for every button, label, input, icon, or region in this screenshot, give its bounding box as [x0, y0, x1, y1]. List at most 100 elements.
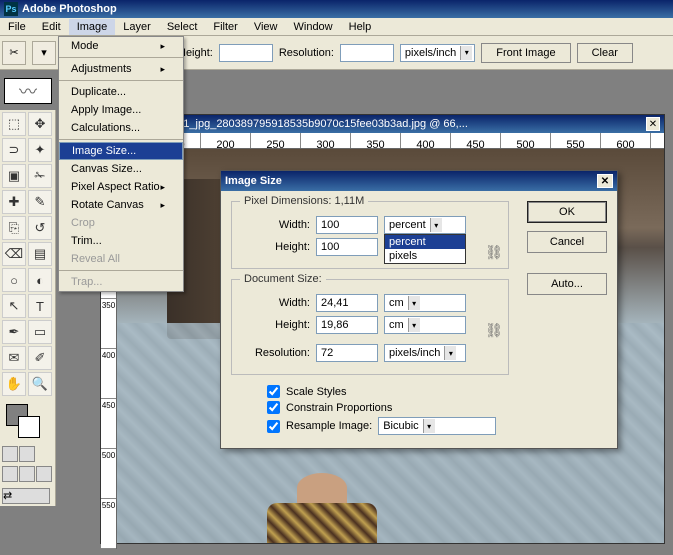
close-icon[interactable]: ✕ [646, 117, 660, 131]
height-label: Height: [240, 241, 310, 253]
front-image-button[interactable]: Front Image [481, 43, 570, 63]
wand-tool-icon[interactable]: ✦ [28, 138, 52, 162]
menu-layer[interactable]: Layer [115, 19, 159, 35]
dialog-titlebar[interactable]: Image Size ✕ [221, 171, 617, 191]
slice-tool-icon[interactable]: ✁ [28, 164, 52, 188]
ok-button[interactable]: OK [527, 201, 607, 223]
options-dropdown-icon[interactable]: ▾ [32, 41, 56, 65]
width-label: Width: [240, 219, 310, 231]
menu-item-calculations[interactable]: Calculations... [59, 119, 183, 137]
pixel-width-input[interactable] [316, 216, 378, 234]
resolution-input[interactable] [316, 344, 378, 362]
background-swatch[interactable] [18, 416, 40, 438]
unit-option-percent[interactable]: percent [385, 235, 465, 249]
pixel-width-unit-select[interactable]: percent▾ percent pixels [384, 216, 466, 234]
scale-styles-checkbox[interactable]: Scale Styles [267, 385, 607, 398]
image-menu-dropdown: Mode Adjustments Duplicate... Apply Imag… [58, 36, 184, 292]
tools-panel: ⬚✥ ⊃✦ ▣✁ ✚✎ ⎘↺ ⌫▤ ○◐ ↖T ✒▭ ✉✐ ✋🔍 ⇄ [0, 110, 56, 506]
menu-filter[interactable]: Filter [205, 19, 245, 35]
resolution-unit-select[interactable]: pixels/inch▾ [400, 44, 475, 62]
type-tool-icon[interactable]: T [28, 294, 52, 318]
app-title: Adobe Photoshop [22, 3, 117, 15]
menu-item-mode[interactable]: Mode [59, 37, 183, 55]
zoom-tool-icon[interactable]: 🔍 [28, 372, 52, 396]
lasso-tool-icon[interactable]: ⊃ [2, 138, 26, 162]
crop-tool-icon[interactable]: ▣ [2, 164, 26, 188]
shape-tool-icon[interactable]: ▭ [28, 320, 52, 344]
pen-tool-icon[interactable]: ✒ [2, 320, 26, 344]
menu-item-adjustments[interactable]: Adjustments [59, 60, 183, 78]
marquee-tool-icon[interactable]: ⬚ [2, 112, 26, 136]
screen-mode-1-icon[interactable] [2, 466, 18, 482]
menu-item-reveal-all: Reveal All [59, 250, 183, 268]
menu-file[interactable]: File [0, 19, 34, 35]
height-input[interactable] [219, 44, 273, 62]
menu-item-pixel-aspect[interactable]: Pixel Aspect Ratio [59, 178, 183, 196]
hand-tool-icon[interactable]: ✋ [2, 372, 26, 396]
doc-height-unit-select[interactable]: cm▾ [384, 316, 466, 334]
chevron-down-icon: ▾ [408, 296, 420, 310]
blur-tool-icon[interactable]: ○ [2, 268, 26, 292]
ruler-horizontal: 100150200250300350400450500550600 [101, 133, 664, 149]
doc-width-input[interactable] [316, 294, 378, 312]
move-tool-icon[interactable]: ✥ [28, 112, 52, 136]
healing-tool-icon[interactable]: ✚ [2, 190, 26, 214]
doc-width-unit-select[interactable]: cm▾ [384, 294, 466, 312]
cancel-button[interactable]: Cancel [527, 231, 607, 253]
screen-mode-3-icon[interactable] [36, 466, 52, 482]
link-icon[interactable]: ⛓ [486, 310, 502, 350]
path-tool-icon[interactable]: ↖ [2, 294, 26, 318]
menu-window[interactable]: Window [286, 19, 341, 35]
pixel-height-input[interactable] [316, 238, 378, 256]
crop-tool-icon[interactable]: ✂ [2, 41, 26, 65]
stamp-tool-icon[interactable]: ⎘ [2, 216, 26, 240]
menu-help[interactable]: Help [341, 19, 380, 35]
brush-tool-icon[interactable]: ✎ [28, 190, 52, 214]
quickmask-icon[interactable] [19, 446, 35, 462]
eyedropper-icon[interactable]: ✐ [28, 346, 52, 370]
menu-item-trim[interactable]: Trim... [59, 232, 183, 250]
menu-edit[interactable]: Edit [34, 19, 69, 35]
pixel-dimensions-group: Pixel Dimensions: 1,11M Width: percent▾ … [231, 201, 509, 269]
auto-button[interactable]: Auto... [527, 273, 607, 295]
menu-item-duplicate[interactable]: Duplicate... [59, 83, 183, 101]
link-icon[interactable]: ⛓ [486, 232, 502, 272]
resolution-input[interactable] [340, 44, 394, 62]
menu-item-apply-image[interactable]: Apply Image... [59, 101, 183, 119]
document-size-group: Document Size: Width: cm▾ Height: cm▾ Re… [231, 279, 509, 375]
menu-item-rotate-canvas[interactable]: Rotate Canvas [59, 196, 183, 214]
menu-image[interactable]: Image [69, 19, 116, 35]
color-swatches[interactable] [2, 402, 53, 442]
dodge-tool-icon[interactable]: ◐ [28, 268, 52, 292]
screen-mode-2-icon[interactable] [19, 466, 35, 482]
unit-option-pixels[interactable]: pixels [385, 249, 465, 263]
menu-view[interactable]: View [246, 19, 286, 35]
notes-tool-icon[interactable]: ✉ [2, 346, 26, 370]
resample-method-select[interactable]: Bicubic▾ [378, 417, 496, 435]
app-icon: Ps [4, 2, 18, 16]
document-titlebar[interactable]: com_id19245091_jpg_280389795918535b9070c… [101, 115, 664, 133]
menu-item-trap: Trap... [59, 273, 183, 291]
menu-item-canvas-size[interactable]: Canvas Size... [59, 160, 183, 178]
history-brush-icon[interactable]: ↺ [28, 216, 52, 240]
menu-select[interactable]: Select [159, 19, 206, 35]
screen-mode-row [2, 466, 53, 482]
doc-height-input[interactable] [316, 316, 378, 334]
resample-image-checkbox[interactable]: Resample Image: Bicubic▾ [267, 417, 607, 435]
chevron-down-icon: ▾ [444, 346, 456, 360]
doc-width-label: Width: [240, 297, 310, 309]
image-content [267, 473, 377, 543]
gradient-tool-icon[interactable]: ▤ [28, 242, 52, 266]
eraser-tool-icon[interactable]: ⌫ [2, 242, 26, 266]
constrain-proportions-checkbox[interactable]: Constrain Proportions [267, 401, 607, 414]
clear-button[interactable]: Clear [577, 43, 633, 63]
chevron-down-icon: ▾ [408, 318, 420, 332]
menu-item-image-size[interactable]: Image Size... [59, 142, 183, 160]
chevron-down-icon: ▾ [430, 218, 442, 232]
jump-to-icon[interactable]: ⇄ [2, 488, 50, 504]
standard-mode-icon[interactable] [2, 446, 18, 462]
menubar: File Edit Image Layer Select Filter View… [0, 18, 673, 36]
close-icon[interactable]: ✕ [597, 174, 613, 188]
resolution-label: Resolution: [240, 347, 310, 359]
resolution-unit-select[interactable]: pixels/inch▾ [384, 344, 466, 362]
